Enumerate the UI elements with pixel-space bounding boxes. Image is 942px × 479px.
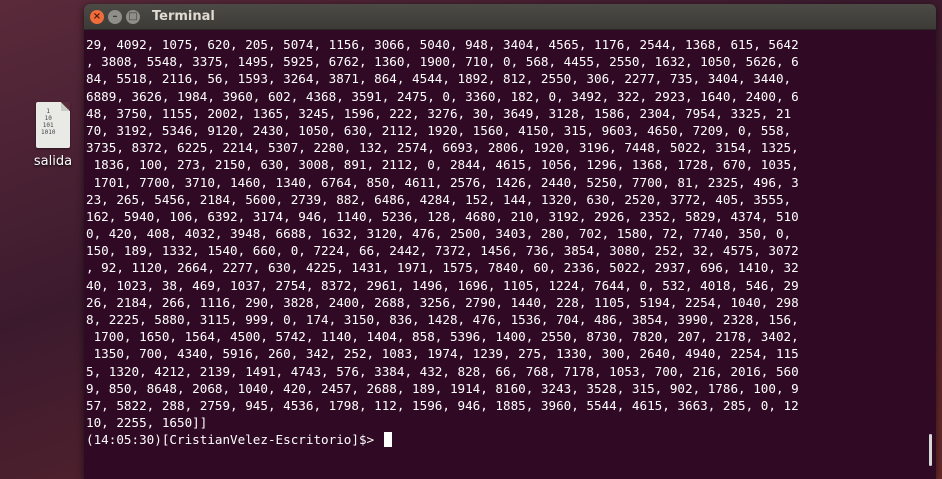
window-title: Terminal: [152, 9, 215, 24]
terminal-output-line: 70, 3192, 5346, 9120, 2430, 1050, 630, 2…: [86, 122, 792, 138]
terminal-output-line: 57, 5822, 288, 2759, 945, 4536, 1798, 11…: [86, 397, 799, 413]
window-titlebar[interactable]: × – □ Terminal: [84, 4, 936, 30]
terminal-output-line: 1701, 7700, 3710, 1460, 1340, 6764, 850,…: [86, 174, 799, 190]
terminal-output-line: 23, 265, 5456, 2184, 5600, 2739, 882, 64…: [86, 191, 792, 207]
terminal-output-line: 1836, 100, 273, 2150, 630, 3008, 891, 21…: [86, 157, 799, 173]
close-icon: ×: [92, 10, 102, 22]
terminal-output-line: 10, 2255, 1650]]: [86, 415, 208, 431]
terminal-output-line: 40, 1023, 38, 469, 1037, 2754, 8372, 296…: [86, 277, 799, 293]
terminal-output-line: 1350, 700, 4340, 5916, 260, 342, 252, 10…: [86, 346, 799, 362]
terminal-output-line: 162, 5940, 106, 6392, 3174, 946, 1140, 5…: [86, 208, 799, 224]
minimize-button[interactable]: –: [108, 9, 122, 24]
terminal-scrollbar[interactable]: [929, 434, 932, 466]
terminal-output-line: 48, 3750, 1155, 2002, 1365, 3245, 1596, …: [86, 105, 792, 121]
desktop-icon-label: salida: [33, 154, 73, 169]
terminal-output-line: 26, 2184, 266, 1116, 290, 3828, 2400, 26…: [86, 294, 799, 310]
maximize-icon: □: [128, 10, 138, 22]
minimize-icon: –: [112, 10, 118, 22]
terminal-output-line: 3735, 8372, 6225, 2214, 5307, 2280, 132,…: [86, 140, 799, 156]
terminal-output[interactable]: 29, 4092, 1075, 620, 205, 5074, 1156, 30…: [86, 36, 926, 449]
terminal-window[interactable]: × – □ Terminal 29, 4092, 1075, 620, 205,…: [84, 4, 936, 479]
terminal-output-line: 29, 4092, 1075, 620, 205, 5074, 1156, 30…: [86, 37, 799, 52]
terminal-output-line: , 3808, 5548, 3375, 1495, 5925, 6762, 13…: [86, 54, 799, 70]
terminal-output-line: 8, 2225, 5880, 3115, 999, 0, 174, 3150, …: [86, 312, 799, 327]
terminal-prompt: (14:05:30)[CristianVelez-Escritorio]$>: [86, 432, 382, 448]
maximize-button[interactable]: □: [126, 9, 140, 24]
terminal-output-line: 5, 1320, 4212, 2139, 1491, 4743, 576, 33…: [86, 363, 799, 379]
terminal-output-line: , 92, 1120, 2664, 2277, 630, 4225, 1431,…: [86, 260, 799, 276]
close-button[interactable]: ×: [90, 9, 104, 24]
terminal-output-line: 0, 420, 408, 4032, 3948, 6688, 1632, 312…: [86, 226, 792, 242]
terminal-output-line: 84, 5518, 2116, 56, 1593, 3264, 3871, 86…: [86, 71, 792, 87]
text-cursor: [383, 432, 392, 448]
terminal-output-line: 6889, 3626, 1984, 3960, 602, 4368, 3591,…: [86, 88, 799, 104]
desktop-file-salida[interactable]: 1 10 101 1010 salida: [28, 102, 78, 169]
binary-file-icon: 1 10 101 1010: [36, 102, 70, 148]
terminal-output-line: 150, 189, 1332, 1540, 660, 0, 7224, 66, …: [86, 243, 799, 259]
terminal-output-line: 9, 850, 8648, 2068, 1040, 420, 2457, 268…: [86, 380, 799, 396]
terminal-prompt-line[interactable]: (14:05:30)[CristianVelez-Escritorio]$>: [86, 431, 926, 448]
terminal-output-line: 1700, 1650, 1564, 4500, 5742, 1140, 1404…: [86, 329, 799, 345]
